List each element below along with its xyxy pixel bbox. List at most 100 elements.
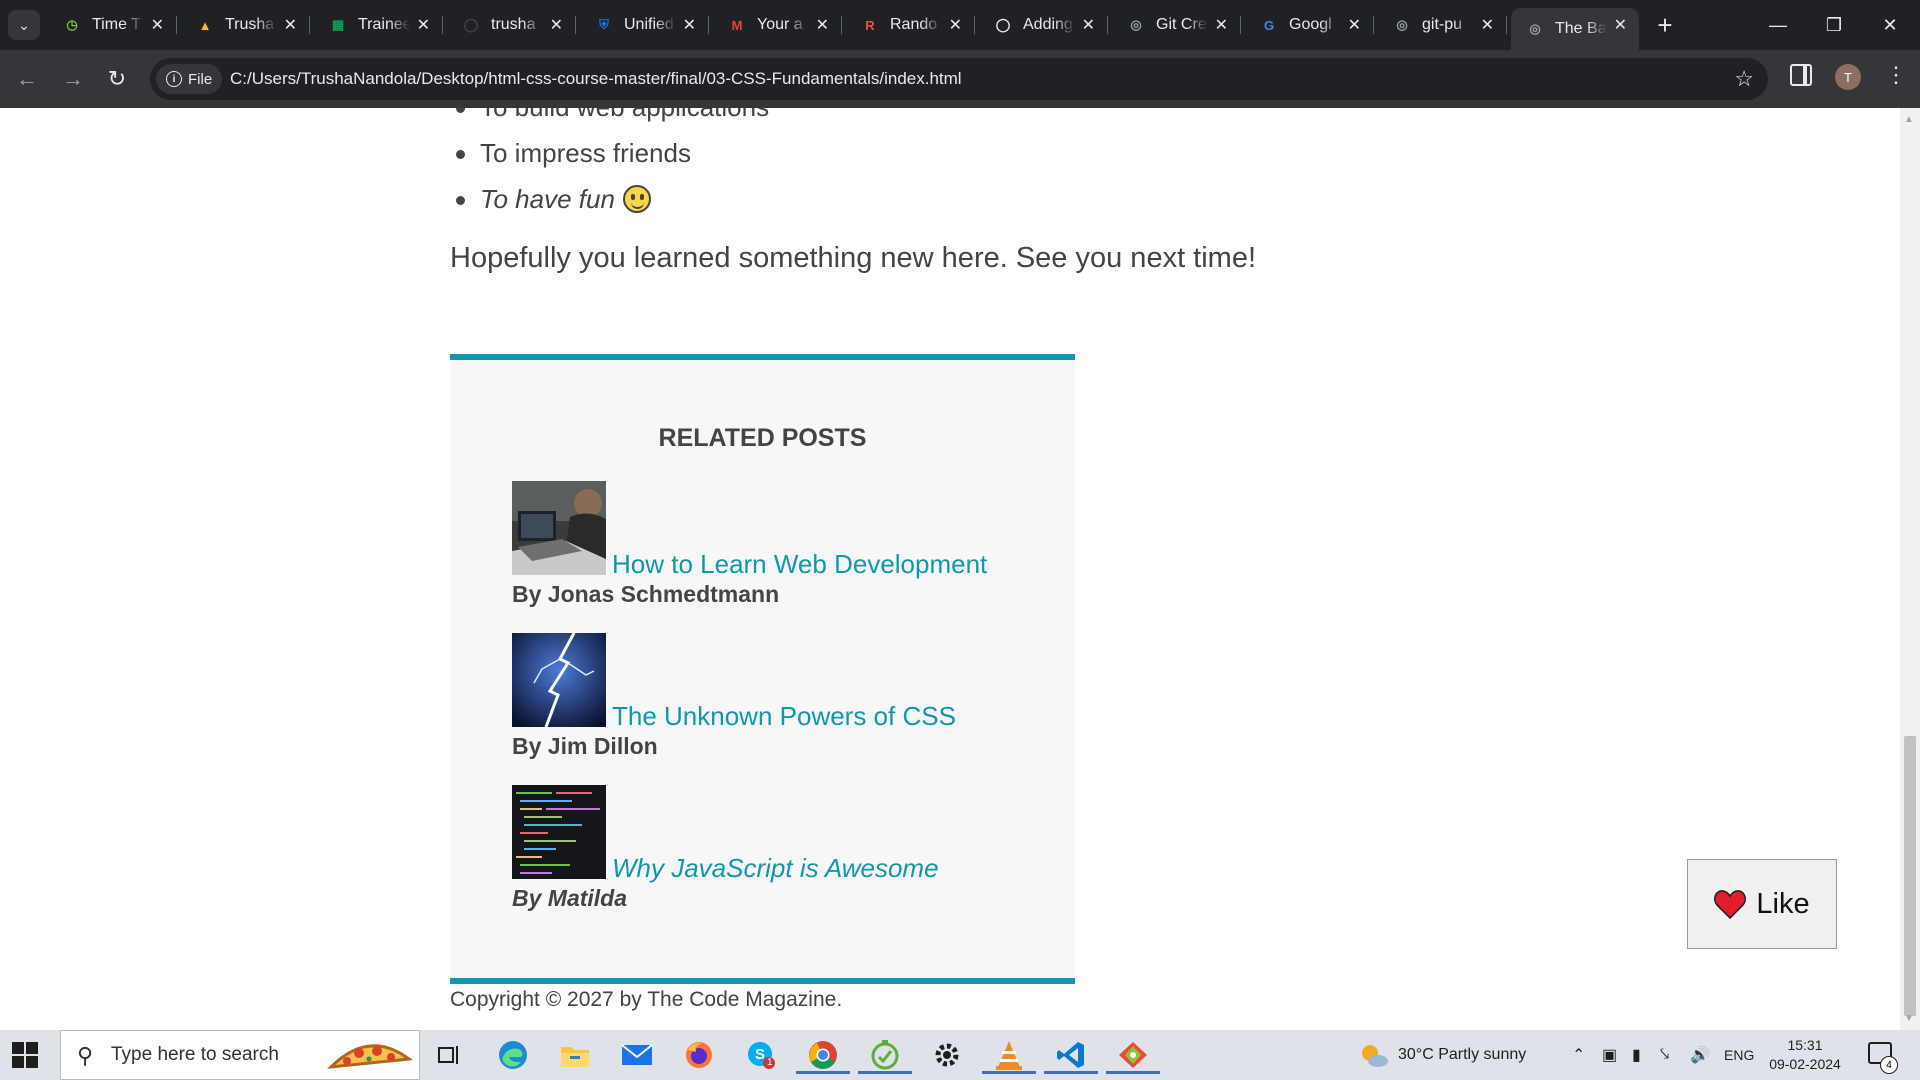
- avatar[interactable]: T: [1835, 64, 1861, 90]
- skype-icon[interactable]: S 1: [742, 1036, 780, 1074]
- tab-title: Googl: [1289, 16, 1332, 33]
- close-tab-icon[interactable]: ✕: [417, 15, 430, 35]
- volume-icon[interactable]: 🔊: [1690, 1030, 1710, 1080]
- browser-tab[interactable]: ▲ Trusha ✕: [181, 8, 310, 42]
- firefox-icon[interactable]: [680, 1036, 718, 1074]
- browser-tab[interactable]: ◎ The Ba ✕: [1511, 8, 1639, 50]
- restore-button[interactable]: ❐: [1806, 0, 1862, 50]
- vlc-icon[interactable]: [982, 1036, 1036, 1074]
- page-viewport: To build web applications To impress fri…: [0, 108, 1900, 1030]
- tab-search-button[interactable]: ⌄: [8, 10, 40, 40]
- browser-tab[interactable]: G Googl ✕: [1245, 8, 1374, 42]
- browser-tab[interactable]: ◯ Adding ✕: [979, 8, 1108, 42]
- browser-tab[interactable]: ◷ Time T ✕: [48, 8, 177, 42]
- kebab-menu-icon[interactable]: ⋮: [1885, 62, 1907, 88]
- tab-title: Rando: [890, 16, 938, 33]
- tab-title: The Ba: [1555, 20, 1607, 37]
- meet-now-icon[interactable]: ▣: [1602, 1030, 1617, 1080]
- timer-app-icon[interactable]: [858, 1036, 912, 1074]
- active-app-indicator: [1044, 1071, 1098, 1074]
- skype-badge: 1: [767, 1057, 773, 1068]
- post-author: By Matilda: [512, 885, 628, 911]
- site-info-label: File: [188, 70, 213, 88]
- post-author: By Jonas Schmedtmann: [512, 581, 780, 607]
- browser-tab[interactable]: ◎ Git Cre ✕: [1112, 8, 1241, 42]
- search-icon: ⚲: [77, 1043, 94, 1068]
- new-tab-button[interactable]: +: [1650, 10, 1680, 40]
- tab-separator: [841, 16, 842, 34]
- pizza-search-highlight-icon[interactable]: [325, 1037, 413, 1075]
- minimize-button[interactable]: —: [1750, 0, 1806, 50]
- browser-tab[interactable]: R Rando ✕: [846, 8, 975, 42]
- scroll-up-arrow-icon[interactable]: ▲: [1904, 114, 1914, 125]
- close-window-button[interactable]: ✕: [1862, 0, 1918, 50]
- weather-widget[interactable]: 30°C Partly sunny: [1358, 1030, 1526, 1080]
- address-bar[interactable]: i File C:/Users/TrushaNandola/Desktop/ht…: [150, 58, 1768, 100]
- task-view-icon[interactable]: [430, 1036, 468, 1074]
- close-tab-icon[interactable]: ✕: [1348, 15, 1361, 35]
- post-title-link[interactable]: The Unknown Powers of CSS: [612, 701, 956, 732]
- tab-title: Trusha: [225, 16, 275, 33]
- browser-tab[interactable]: M Your a ✕: [713, 8, 842, 42]
- tab-separator: [309, 16, 310, 34]
- code-photo-thumbnail[interactable]: [512, 785, 606, 879]
- scroll-down-arrow-icon[interactable]: ▼: [1904, 1013, 1914, 1024]
- site-info-chip[interactable]: i File: [156, 64, 223, 94]
- vscode-icon[interactable]: [1044, 1036, 1098, 1074]
- reload-button[interactable]: ↻: [102, 64, 132, 94]
- browser-tab-strip: ⌄ ◷ Time T ✕ ▲ Trusha ✕ ▦ Trainee ✕ ◯ trusha ✕ ⛨ Unif…: [0, 0, 1920, 50]
- file-explorer-icon[interactable]: [556, 1036, 594, 1074]
- like-button[interactable]: Like: [1687, 859, 1837, 949]
- close-tab-icon[interactable]: ✕: [1481, 15, 1494, 35]
- post-title-link[interactable]: How to Learn Web Development: [612, 549, 987, 580]
- taskbar-search-box[interactable]: ⚲ Type here to search: [60, 1030, 420, 1080]
- forward-button[interactable]: →: [58, 64, 88, 94]
- close-tab-icon[interactable]: ✕: [550, 15, 563, 35]
- git-desktop-icon[interactable]: [1106, 1036, 1160, 1074]
- page-scrollbar[interactable]: ▲ ▼: [1900, 108, 1920, 1030]
- side-panel-icon[interactable]: [1790, 64, 1812, 86]
- bookmark-star-icon[interactable]: ☆: [1734, 66, 1754, 92]
- heart-icon: [1714, 890, 1747, 919]
- close-tab-icon[interactable]: ✕: [816, 15, 829, 35]
- tab-title: Git Cre: [1156, 16, 1207, 33]
- globe-icon: ◎: [1396, 17, 1408, 32]
- close-tab-icon[interactable]: ✕: [949, 15, 962, 35]
- list-item: To have fun: [455, 176, 769, 222]
- settings-gear-icon[interactable]: [928, 1036, 966, 1074]
- windows-start-button[interactable]: [12, 1042, 38, 1068]
- info-icon: i: [166, 71, 182, 87]
- chrome-icon[interactable]: [796, 1036, 850, 1074]
- close-tab-icon[interactable]: ✕: [284, 15, 297, 35]
- laptop-photo-thumbnail[interactable]: [512, 481, 606, 575]
- back-button[interactable]: ←: [12, 64, 42, 94]
- tab-title: trusha: [491, 16, 536, 33]
- browser-tab[interactable]: ◯ trusha ✕: [447, 8, 576, 42]
- post-title-link[interactable]: Why JavaScript is Awesome: [612, 853, 939, 884]
- notification-count-badge: 4: [1880, 1056, 1898, 1074]
- close-tab-icon[interactable]: ✕: [1082, 15, 1095, 35]
- tab-title: git-pu: [1422, 16, 1463, 33]
- related-posts-section: RELATED POSTS How to Learn Web Developme…: [450, 354, 1075, 984]
- show-hidden-icons-button[interactable]: ⌃: [1572, 1030, 1585, 1080]
- browser-tab[interactable]: ▦ Trainee ✕: [314, 8, 443, 42]
- partly-sunny-icon: [1362, 1045, 1388, 1067]
- system-clock[interactable]: 15:31 09-02-2024: [1760, 1036, 1850, 1074]
- battery-icon[interactable]: ▮: [1632, 1030, 1641, 1080]
- edge-browser-icon[interactable]: [494, 1036, 532, 1074]
- close-tab-icon[interactable]: ✕: [1215, 15, 1228, 35]
- github-icon: ◯: [995, 17, 1011, 32]
- close-tab-icon[interactable]: ✕: [1614, 15, 1627, 35]
- wifi-icon[interactable]: ⤥: [1660, 1030, 1669, 1080]
- mail-icon[interactable]: [618, 1036, 656, 1074]
- windows-taskbar: ⚲ Type here to search S 1 30°C Partly su…: [0, 1030, 1920, 1080]
- close-tab-icon[interactable]: ✕: [683, 15, 696, 35]
- browser-tab[interactable]: ◎ git-pu ✕: [1378, 8, 1507, 42]
- minimize-icon: —: [1769, 14, 1787, 35]
- language-indicator[interactable]: ENG: [1724, 1030, 1754, 1080]
- lightning-photo-thumbnail[interactable]: [512, 633, 606, 727]
- scrollbar-thumb[interactable]: [1904, 736, 1916, 1016]
- browser-tab[interactable]: ⛨ Unified ✕: [580, 8, 709, 42]
- url-text[interactable]: C:/Users/TrushaNandola/Desktop/html-css-…: [230, 69, 962, 89]
- close-tab-icon[interactable]: ✕: [151, 15, 164, 35]
